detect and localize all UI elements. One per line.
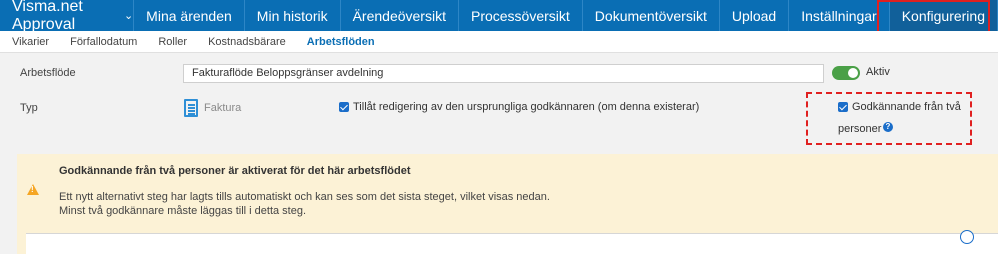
warning-banner: Godkännande från två personer är aktiver… [17,154,998,227]
document-icon [184,99,198,117]
allow-edit-label: Tillåt redigering av den ursprungliga go… [353,101,700,113]
app-title: Visma.net Approval [12,0,83,33]
warning-icon [27,184,39,195]
subnav-roller[interactable]: Roller [158,36,187,48]
subnav-arbetsfloden[interactable]: Arbetsflöden [307,36,375,48]
two-person-approval-label-line2: personer [838,123,882,135]
warning-title: Godkännande från två personer är aktiver… [59,165,411,177]
two-person-approval-checkbox[interactable] [838,102,848,112]
nav-mina-arenden[interactable]: Mina ärenden [134,0,245,31]
subnav-forfallodatum[interactable]: Förfallodatum [70,36,137,48]
nav-arendeoversikt[interactable]: Ärendeöversikt [341,0,459,31]
nav-dokumentoversikt[interactable]: Dokumentöversikt [583,0,720,31]
warning-line-1: Ett nytt alternativt steg har lagts till… [59,191,550,203]
top-nav-bar: Visma.net Approval ⌄ Mina ärenden Min hi… [0,0,998,33]
workflow-label: Arbetsflöde [20,67,76,79]
expand-circle-icon[interactable] [960,230,974,244]
chevron-down-icon: ⌄ [123,10,134,22]
warning-line-2: Minst två godkännare måste läggas till i… [59,205,307,217]
nav-min-historik[interactable]: Min historik [245,0,341,31]
toggle-knob [848,68,858,78]
two-person-approval-label-line1: Godkännande från två [852,101,961,113]
app-switcher[interactable]: Visma.net Approval ⌄ [0,0,135,33]
active-toggle[interactable] [832,66,860,80]
subnav-kostnadsbarare[interactable]: Kostnadsbärare [208,36,286,48]
subnav-vikarier[interactable]: Vikarier [12,36,49,48]
active-label: Aktiv [866,66,890,78]
type-label: Typ [20,102,38,114]
step-row [26,233,998,254]
nav-konfigurering[interactable]: Konfigurering [889,0,998,31]
nav-installningar[interactable]: Inställningar [789,0,890,31]
workflow-form: Arbetsflöde Fakturaflöde Beloppsgränser … [0,53,998,137]
workflow-name-input[interactable]: Fakturaflöde Beloppsgränser avdelning [183,64,824,83]
nav-processoversikt[interactable]: Processöversikt [459,0,583,31]
steps-container [17,227,998,254]
allow-edit-checkbox[interactable] [339,102,349,112]
help-icon[interactable]: ? [883,122,893,132]
type-value: Faktura [204,102,242,114]
sub-nav-bar: Vikarier Förfallodatum Roller Kostnadsbä… [0,31,998,53]
nav-upload[interactable]: Upload [720,0,790,31]
